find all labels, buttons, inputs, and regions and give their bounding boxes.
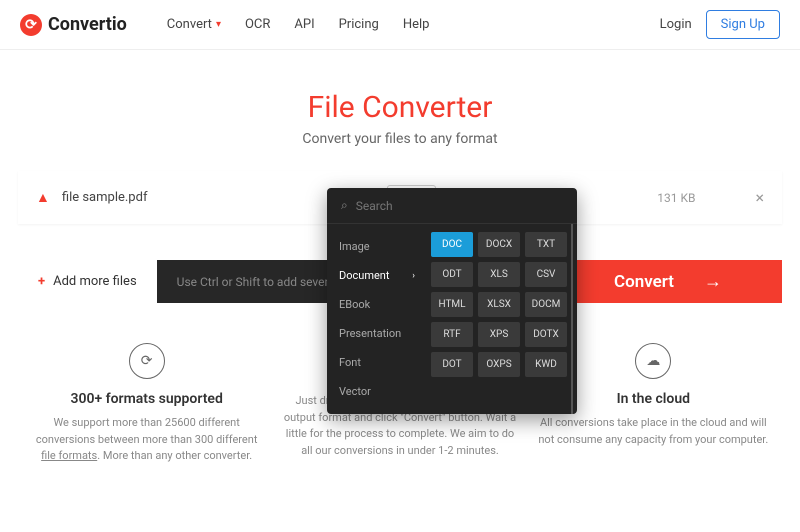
- category-presentation[interactable]: Presentation: [327, 319, 427, 348]
- chevron-right-icon: ›: [412, 271, 415, 281]
- category-ebook[interactable]: EBook: [327, 290, 427, 319]
- cloud-icon: ☁: [635, 343, 671, 379]
- header-right: Login Sign Up: [660, 10, 780, 39]
- chevron-down-icon: ▾: [216, 19, 221, 30]
- dropdown-search: ⌕: [327, 188, 577, 224]
- category-font[interactable]: Font: [327, 348, 427, 377]
- arrow-right-icon: →: [704, 271, 722, 292]
- pdf-icon: ▲: [36, 189, 50, 206]
- file-size: 131 KB: [657, 191, 695, 205]
- signup-button[interactable]: Sign Up: [706, 10, 780, 39]
- brand-name: Convertio: [48, 14, 127, 35]
- category-list: ImageDocument›EBookPresentationFontVecto…: [327, 224, 427, 414]
- format-docm[interactable]: DOCM: [525, 292, 567, 317]
- format-rtf[interactable]: RTF: [431, 322, 473, 347]
- format-txt[interactable]: TXT: [525, 232, 567, 257]
- hero: File Converter Convert your files to any…: [0, 90, 800, 147]
- page-title: File Converter: [0, 90, 800, 125]
- logo-icon: ⟳: [20, 14, 42, 36]
- format-oxps[interactable]: OXPS: [478, 352, 520, 377]
- format-csv[interactable]: CSV: [525, 262, 567, 287]
- remove-file-button[interactable]: ×: [755, 188, 764, 207]
- page-subtitle: Convert your files to any format: [0, 131, 800, 147]
- search-icon: ⌕: [341, 198, 348, 213]
- plus-icon: +: [38, 274, 45, 289]
- format-dot[interactable]: DOT: [431, 352, 473, 377]
- format-xlsx[interactable]: XLSX: [478, 292, 520, 317]
- format-doc[interactable]: DOC: [431, 232, 473, 257]
- search-input[interactable]: [356, 199, 563, 213]
- feature-title: 300+ formats supported: [30, 391, 263, 407]
- convert-button[interactable]: Convert →: [554, 260, 782, 303]
- nav-ocr[interactable]: OCR: [245, 17, 270, 32]
- format-dotx[interactable]: DOTX: [525, 322, 567, 347]
- format-html[interactable]: HTML: [431, 292, 473, 317]
- feature-text: We support more than 25600 different con…: [30, 415, 263, 465]
- refresh-icon: ⟳: [129, 343, 165, 379]
- format-dropdown: ⌕ ImageDocument›EBookPresentationFontVec…: [327, 188, 577, 414]
- format-xls[interactable]: XLS: [478, 262, 520, 287]
- file-formats-link[interactable]: file formats: [41, 449, 97, 462]
- nav-pricing[interactable]: Pricing: [339, 17, 379, 32]
- feature-text: All conversions take place in the cloud …: [537, 415, 770, 448]
- category-image[interactable]: Image: [327, 232, 427, 261]
- category-vector[interactable]: Vector: [327, 377, 427, 406]
- login-link[interactable]: Login: [660, 17, 692, 32]
- file-name: file sample.pdf: [62, 190, 352, 205]
- format-xps[interactable]: XPS: [478, 322, 520, 347]
- nav: Convert▾ OCR API Pricing Help: [167, 17, 430, 32]
- category-document[interactable]: Document›: [327, 261, 427, 290]
- format-grid: DOCDOCXTXT ODTXLSCSV HTMLXLSXDOCM RTFXPSDOT…: [427, 224, 573, 414]
- format-kwd[interactable]: KWD: [525, 352, 567, 377]
- logo[interactable]: ⟳ Convertio: [20, 14, 127, 36]
- add-more-button[interactable]: + Add more files: [18, 260, 157, 303]
- header: ⟳ Convertio Convert▾ OCR API Pricing Hel…: [0, 0, 800, 50]
- format-docx[interactable]: DOCX: [478, 232, 520, 257]
- format-odt[interactable]: ODT: [431, 262, 473, 287]
- nav-convert[interactable]: Convert▾: [167, 17, 221, 32]
- feature-formats: ⟳ 300+ formats supported We support more…: [30, 343, 263, 465]
- nav-api[interactable]: API: [294, 17, 314, 32]
- nav-help[interactable]: Help: [403, 17, 430, 32]
